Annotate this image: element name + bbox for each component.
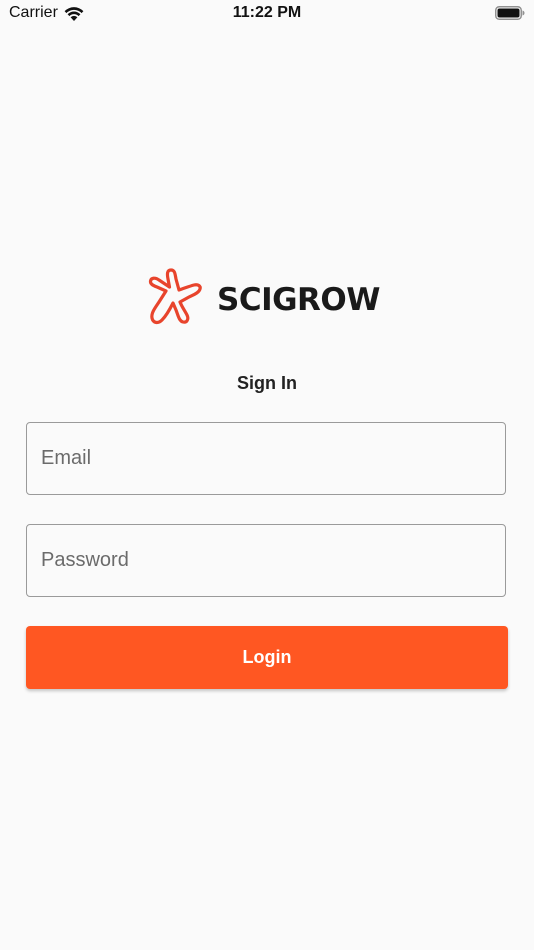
login-button[interactable]: Login <box>26 626 508 689</box>
email-input[interactable] <box>27 423 505 494</box>
email-field[interactable] <box>26 422 506 495</box>
password-input[interactable] <box>27 525 505 596</box>
page-title: Sign In <box>237 373 297 393</box>
status-bar: Carrier 11:22 PM <box>0 0 534 30</box>
status-time: 11:22 PM <box>232 4 302 21</box>
brand-name: SCIGROW <box>217 282 380 318</box>
starfish-logo-icon <box>148 268 202 325</box>
password-field[interactable] <box>26 524 506 597</box>
battery-icon <box>495 6 525 20</box>
scigrow-logo: SCIGROW <box>145 266 395 330</box>
